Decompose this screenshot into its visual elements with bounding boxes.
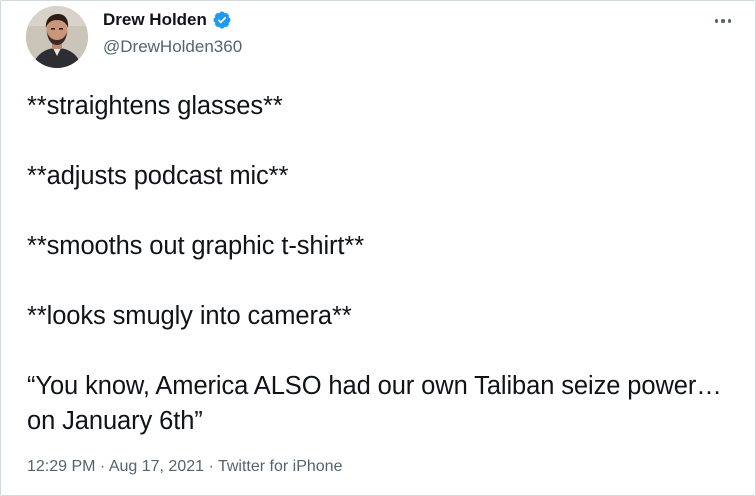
meta-separator: · [95,458,109,475]
tweet-line: **adjusts podcast mic** [27,162,289,190]
tweet-card: Drew Holden @DrewHolden360 **straightens… [0,0,756,496]
meta-separator: · [204,458,218,475]
more-horizontal-icon [721,19,725,23]
author-handle[interactable]: @DrewHolden360 [103,37,242,57]
tweet-line: “You know, America ALSO had our own Tali… [27,372,722,435]
tweet-line: **smooths out graphic t-shirt** [27,232,365,260]
tweet-line: **straightens glasses** [27,92,283,120]
avatar-photo [26,6,88,68]
tweet-time[interactable]: 12:29 PM [27,458,95,475]
tweet-text: **straightens glasses** **adjusts podcas… [27,89,727,439]
more-horizontal-icon [727,19,732,23]
tweet-metadata: 12:29 PM · Aug 17, 2021 · Twitter for iP… [27,458,342,476]
tweet-line: **looks smugly into camera** [27,302,352,330]
more-horizontal-icon [714,19,719,23]
author-display-name[interactable]: Drew Holden [103,10,207,30]
more-options-button[interactable] [709,9,737,33]
tweet-date[interactable]: Aug 17, 2021 [109,458,204,475]
avatar[interactable] [26,6,88,68]
tweet-source[interactable]: Twitter for iPhone [218,458,343,475]
author-name-row[interactable]: Drew Holden [103,10,232,30]
verified-badge-icon [213,11,231,29]
